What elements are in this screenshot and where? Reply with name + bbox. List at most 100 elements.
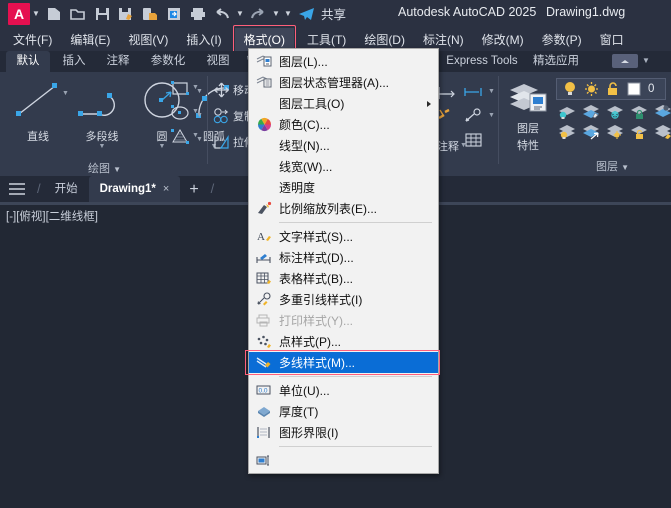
layer-panel-caret-icon[interactable]: ▼ (621, 163, 629, 172)
submenu-arrow-icon (427, 100, 431, 107)
menu-item-text-style[interactable]: A 文字样式(S)... (249, 226, 438, 247)
logo-letter: A (13, 5, 25, 22)
menu-insert[interactable]: 插入(I) (177, 28, 230, 51)
no-icon (253, 136, 275, 155)
tab-start[interactable]: 开始 (44, 176, 89, 202)
menu-item-multiline-style[interactable]: 多线样式(M)... (245, 350, 440, 375)
tab-view[interactable]: 视图 (198, 51, 238, 72)
redo-dropdown-caret-icon[interactable]: ▼ (270, 9, 282, 18)
undo-dropdown-caret-icon[interactable]: ▼ (234, 9, 246, 18)
menu-item-layer-state-manager[interactable]: 图层状态管理器(A)... (249, 72, 438, 93)
layer-unlock-icon (608, 82, 617, 95)
move-icon (214, 82, 229, 98)
svg-text:0.0: 0.0 (259, 388, 268, 395)
modify-caret-b-icon[interactable]: ▼ (196, 112, 203, 119)
menu-item-mleader-style[interactable]: 多重引线样式(I) (249, 289, 438, 310)
menu-modify[interactable]: 修改(M) (473, 28, 533, 51)
ribbon-table-button[interactable] (463, 132, 485, 153)
menu-item-scale-list[interactable]: 比例缩放列表(E)... (249, 198, 438, 219)
ribbon-hatch-button[interactable] (170, 128, 190, 150)
layer-panel-label: 图层 ▼ (596, 158, 629, 174)
ribbon-linear-dim-button[interactable] (437, 84, 457, 105)
menu-item-units[interactable]: 0.0 单位(U)... (249, 380, 438, 401)
menu-item-color[interactable]: 颜色(C)... (249, 114, 438, 135)
menu-file[interactable]: 文件(F) (4, 28, 61, 51)
format-dropdown-menu: 图层(L)... 图层状态管理器(A)... 图层工具(O) 颜色(C)... … (245, 48, 440, 474)
menu-item-lineweight[interactable]: 线宽(W)... (249, 156, 438, 177)
menu-dimension-label: 标注(N) (422, 32, 464, 47)
current-layer-control[interactable]: 0 (556, 78, 666, 100)
customize-qat-icon[interactable]: ▼ (282, 9, 294, 18)
modify-caret-a-icon[interactable]: ▼ (196, 88, 203, 95)
ribbon-polyline-button[interactable]: 多段线 ▼ (70, 78, 134, 150)
menu-item-rename[interactable] (249, 450, 438, 471)
menu-icon[interactable] (0, 176, 34, 202)
menu-edit[interactable]: 编辑(E) (61, 28, 119, 51)
modify-caret-c-icon[interactable]: ▼ (196, 136, 203, 143)
menu-item-point-style[interactable]: 点样式(P)... (249, 331, 438, 352)
drawing-limits-icon (253, 423, 275, 442)
text-style-icon: A (253, 227, 275, 246)
menu-item-drawing-limits[interactable]: 图形界限(I) (249, 422, 438, 443)
ribbon-dim-style-button[interactable] (437, 106, 457, 127)
new-tab-button[interactable]: + (180, 178, 207, 202)
mline-style-icon (253, 353, 275, 372)
color-wheel-icon (253, 115, 275, 134)
leader-caret-icon[interactable]: ▼ (488, 112, 495, 119)
tab-parametric[interactable]: 参数化 (142, 51, 194, 72)
draw-panel-caret-icon[interactable]: ▼ (113, 165, 121, 174)
tab-annotate[interactable]: 注释 (98, 51, 138, 72)
cloud-save-icon[interactable] (162, 0, 186, 27)
menu-item-plot-style-label: 打印样式(Y)... (279, 314, 353, 328)
menu-item-table-style[interactable]: 表格样式(B)... (249, 268, 438, 289)
ribbon-rectangle-button[interactable] (170, 80, 190, 102)
ribbon-text-style-button[interactable] (463, 84, 485, 105)
share-plane-icon[interactable] (294, 0, 318, 27)
new-file-icon[interactable] (42, 0, 66, 27)
menu-item-dimension-style-label: 标注样式(D)... (279, 251, 354, 265)
open-folder-icon[interactable] (66, 0, 90, 27)
menu-view[interactable]: 视图(V) (119, 28, 177, 51)
ribbon-ellipse-button[interactable] (170, 104, 190, 126)
save-icon[interactable] (90, 0, 114, 27)
logo-dropdown-caret-icon[interactable]: ▼ (30, 9, 42, 18)
redo-icon[interactable] (246, 0, 270, 27)
tab-drawing1[interactable]: Drawing1* × (88, 176, 181, 202)
tab-insert[interactable]: 插入 (54, 51, 94, 72)
export-icon[interactable] (138, 0, 162, 27)
menu-window-label: 窗口 (599, 32, 624, 47)
print-icon[interactable] (186, 0, 210, 27)
close-icon[interactable]: × (163, 176, 169, 202)
tab-express-tools[interactable]: Express Tools (440, 51, 524, 72)
tab-drawing1-label: Drawing1* (99, 183, 156, 195)
layer-previous-icon (583, 125, 599, 140)
mleader-style-icon (253, 290, 275, 309)
ribbon-minimize-caret-icon[interactable]: ▼ (642, 56, 650, 65)
ribbon-layer-properties-button[interactable]: 图层 特性 (503, 80, 553, 153)
menu-item-layer-tools[interactable]: 图层工具(O) (249, 93, 438, 114)
polyline-dropdown-caret-icon[interactable]: ▼ (70, 143, 134, 150)
menu-item-thickness-label: 厚度(T) (279, 405, 319, 419)
save-as-icon[interactable] (114, 0, 138, 27)
tab-featured-apps[interactable]: 精选应用 (530, 51, 582, 72)
modify-caret-1-icon[interactable]: ▼ (62, 90, 69, 97)
menu-item-transparency[interactable]: 透明度 (249, 177, 438, 198)
ribbon-minimize-button[interactable] (612, 54, 638, 68)
layer-freeze-icon (607, 106, 623, 119)
undo-icon[interactable] (210, 0, 234, 27)
tab-default[interactable]: 默认 (6, 51, 50, 72)
menu-item-layer[interactable]: 图层(L)... (249, 51, 438, 72)
viewport-label[interactable]: [-][俯视][二维线框] (6, 208, 98, 224)
menu-item-dimension-style[interactable]: 标注样式(D)... (249, 247, 438, 268)
menu-window[interactable]: 窗口 (591, 28, 633, 51)
menu-parametric[interactable]: 参数(P) (533, 28, 591, 51)
ribbon-leader-button[interactable] (463, 108, 485, 129)
menu-item-linetype[interactable]: 线型(N)... (249, 135, 438, 156)
menu-item-thickness[interactable]: 厚度(T) (249, 401, 438, 422)
autocad-logo-button[interactable]: A (8, 2, 30, 25)
share-label[interactable]: 共享 (321, 4, 346, 23)
text-style-caret-icon[interactable]: ▼ (488, 88, 495, 95)
layer-properties-label-1: 图层 (517, 123, 539, 135)
ribbon-line-button[interactable]: 直线 (8, 78, 68, 144)
draw-panel-title: 绘图 (88, 163, 110, 175)
